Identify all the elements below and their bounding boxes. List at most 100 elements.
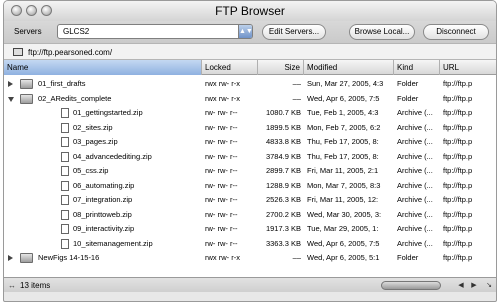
column-header-kind[interactable]: Kind	[394, 60, 440, 75]
item-count: 13 items	[20, 281, 51, 290]
triangle-right-icon[interactable]	[8, 81, 13, 87]
status-bar: ↔ 13 items ◀ ▶ ↘	[4, 277, 496, 292]
cell-kind: Archive (...	[397, 209, 433, 219]
zip-file-icon	[61, 122, 69, 133]
cell-url: ftp://ftp.p	[443, 180, 473, 190]
cell-modified: Thu, Feb 17, 2005, 8:	[307, 151, 379, 161]
table-row[interactable]: 06_automating.zip rw- rw- r-- 1288.9 KB Mon…	[4, 180, 496, 192]
cell-url: ftp://ftp.p	[443, 79, 473, 88]
table-row[interactable]: 08_printtoweb.zip rw- rw- r-- 2700.2 KB Wed…	[4, 209, 496, 221]
cell-size: 2526.3 KB	[265, 195, 301, 204]
cell-modified: Sun, Mar 27, 2005, 4:3	[307, 79, 384, 88]
scroll-right-arrow-icon[interactable]: ▶	[469, 281, 479, 290]
cell-name: 01_first_drafts	[38, 79, 86, 88]
zoom-window-button[interactable]	[41, 5, 52, 16]
column-header-name[interactable]: Name	[4, 60, 202, 75]
ftp-browser-window: FTP Browser Servers GLCS2 ▲▼ Edit Server…	[3, 0, 497, 302]
column-header-modified[interactable]: Modified	[304, 60, 394, 75]
cell-url: ftp://ftp.p	[443, 224, 473, 233]
cell-url: ftp://ftp.p	[443, 93, 473, 103]
cell-locked: rw- rw- r--	[205, 151, 238, 161]
minimize-window-button[interactable]	[26, 5, 37, 16]
cell-name: 09_interactivity.zip	[73, 224, 135, 233]
resize-columns-icon[interactable]: ↔	[8, 281, 17, 290]
cell-name: 02_sites.zip	[73, 122, 113, 132]
title-bar[interactable]: FTP Browser	[4, 1, 496, 21]
cell-locked: rwx rw- r-x	[205, 253, 240, 262]
edit-servers-button[interactable]: Edit Servers...	[262, 24, 326, 40]
zip-file-icon	[61, 180, 69, 191]
column-header-size[interactable]: Size	[258, 60, 304, 75]
cell-url: ftp://ftp.p	[443, 151, 473, 161]
cell-url: ftp://ftp.p	[443, 137, 473, 146]
cell-url: ftp://ftp.p	[443, 166, 473, 175]
cell-kind: Archive (...	[397, 137, 433, 146]
url-bar[interactable]: ftp://ftp.pearsoned.com/	[4, 43, 496, 60]
table-row[interactable]: 01_first_drafts rwx rw- r-x –– Sun, Mar 27,…	[4, 78, 496, 90]
cell-modified: Mon, Feb 7, 2005, 6:2	[307, 122, 381, 132]
cell-locked: rwx rw- r-x	[205, 79, 240, 88]
cell-size: 1899.5 KB	[265, 122, 301, 132]
cell-name: 01_gettingstarted.zip	[73, 108, 143, 117]
server-icon	[13, 48, 23, 56]
table-row[interactable]: 05_css.zip rw- rw- r-- 2899.7 KB Fri, Mar 1…	[4, 165, 496, 177]
zip-file-icon	[61, 137, 69, 147]
table-row[interactable]: 09_interactivity.zip rw- rw- r-- 1917.3 KB…	[4, 223, 496, 235]
cell-kind: Archive (...	[397, 108, 433, 117]
table-row[interactable]: 02_ARedits_complete rwx rw- r-x –– Wed, Apr…	[4, 93, 496, 105]
servers-label: Servers	[14, 27, 42, 36]
scroll-left-arrow-icon[interactable]: ◀	[456, 281, 466, 290]
disconnect-button[interactable]: Disconnect	[423, 24, 489, 40]
table-row[interactable]: 01_gettingstarted.zip rw- rw- r-- 1080.7 K…	[4, 107, 496, 119]
cell-size: ––	[292, 79, 301, 88]
browse-local-button[interactable]: Browse Local...	[349, 24, 415, 40]
cell-url: ftp://ftp.p	[443, 209, 473, 219]
server-select[interactable]: GLCS2 ▲▼	[57, 24, 253, 39]
table-row[interactable]: 03_pages.zip rw- rw- r-- 4833.8 KB Thu, Feb…	[4, 136, 496, 148]
column-header: Name Locked Size Modified Kind URL	[4, 60, 496, 75]
cell-modified: Wed, Apr 6, 2005, 7:5	[307, 238, 380, 248]
cell-url: ftp://ftp.p	[443, 253, 473, 262]
column-header-url[interactable]: URL	[440, 60, 496, 75]
zip-file-icon	[61, 209, 69, 220]
cell-size: 4833.8 KB	[265, 137, 301, 146]
cell-url: ftp://ftp.p	[443, 122, 473, 132]
cell-locked: rw- rw- r--	[205, 166, 238, 175]
cell-modified: Fri, Mar 11, 2005, 12:	[307, 195, 379, 204]
cell-name: 07_integration.zip	[73, 195, 133, 204]
cell-locked: rwx rw- r-x	[205, 93, 240, 103]
cell-kind: Folder	[397, 79, 419, 88]
cell-name: 02_ARedits_complete	[38, 93, 112, 103]
cell-name: 06_automating.zip	[73, 180, 135, 190]
cell-name: 10_sitemanagement.zip	[73, 238, 153, 248]
cell-locked: rw- rw- r--	[205, 122, 238, 132]
close-window-button[interactable]	[11, 5, 22, 16]
table-row[interactable]: 07_integration.zip rw- rw- r-- 2526.3 KB Fr…	[4, 194, 496, 206]
zip-file-icon	[61, 238, 69, 249]
window-title: FTP Browser	[215, 4, 285, 18]
cell-kind: Archive (...	[397, 224, 433, 233]
cell-modified: Tue, Mar 29, 2005, 1:	[307, 224, 379, 233]
table-row[interactable]: 10_sitemanagement.zip rw- rw- r-- 3363.3 K…	[4, 238, 496, 250]
cell-url: ftp://ftp.p	[443, 195, 473, 204]
server-select-value: GLCS2	[63, 27, 90, 36]
cell-name: 04_advancedediting.zip	[73, 151, 152, 161]
folder-icon	[20, 79, 33, 89]
horizontal-scroll-thumb[interactable]	[381, 281, 441, 290]
cell-size: 1917.3 KB	[265, 224, 301, 233]
cell-name: 03_pages.zip	[73, 137, 118, 146]
column-header-locked[interactable]: Locked	[202, 60, 258, 75]
cell-size: 1288.9 KB	[265, 180, 301, 190]
cell-modified: Wed, Mar 30, 2005, 3:	[307, 209, 382, 219]
table-row[interactable]: 04_advancedediting.zip rw- rw- r-- 3784.9 …	[4, 151, 496, 163]
cell-kind: Folder	[397, 253, 419, 262]
cell-locked: rw- rw- r--	[205, 108, 238, 117]
resize-grip-icon[interactable]: ↘	[484, 281, 494, 290]
table-row[interactable]: NewFigs 14-15-16 rwx rw- r-x –– Wed, Apr 6,…	[4, 252, 496, 264]
table-row[interactable]: 02_sites.zip rw- rw- r-- 1899.5 KB Mon, Feb…	[4, 122, 496, 134]
triangle-down-icon[interactable]	[8, 96, 14, 102]
triangle-right-icon[interactable]	[8, 255, 13, 261]
file-list[interactable]: 01_first_drafts rwx rw- r-x –– Sun, Mar 27,…	[4, 75, 496, 277]
cell-name: 08_printtoweb.zip	[73, 209, 132, 219]
cell-size: ––	[292, 253, 301, 262]
